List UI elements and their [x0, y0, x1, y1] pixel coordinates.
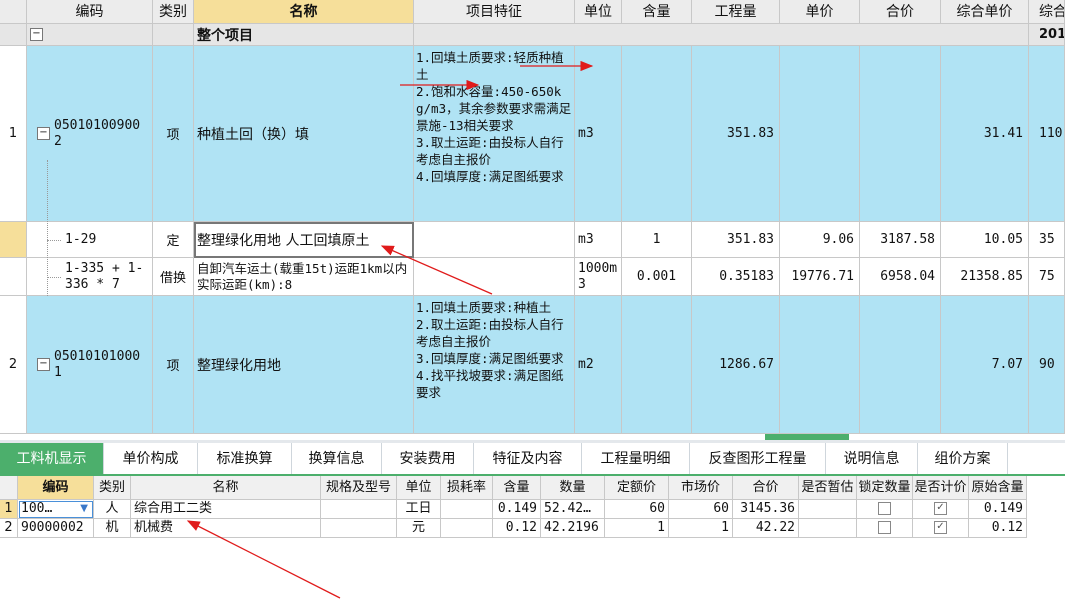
annotation-arrow — [380, 245, 493, 295]
annotation-arrows — [186, 60, 594, 599]
annotation-arrow — [186, 520, 341, 599]
